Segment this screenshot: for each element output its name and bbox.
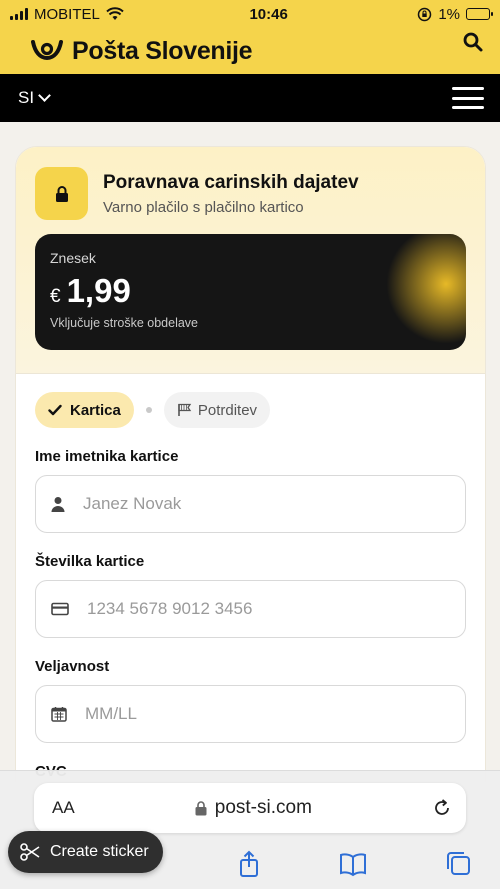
- reload-icon[interactable]: [432, 798, 452, 818]
- status-bar: MOBITEL 10:46 1%: [0, 0, 500, 28]
- expiry-field[interactable]: [35, 685, 466, 743]
- browser-toolbar: AA post-si.com Create sticker: [0, 770, 500, 889]
- clock: 10:46: [249, 5, 288, 23]
- carrier-name: MOBITEL: [34, 5, 100, 23]
- page-subtitle: Varno plačilo s plačilno kartico: [103, 198, 304, 216]
- brand-name[interactable]: Pošta Slovenije: [72, 37, 253, 66]
- currency-symbol: €: [50, 286, 61, 307]
- site-header: Pošta Slovenije: [0, 28, 500, 74]
- lock-icon: [35, 167, 88, 220]
- text-size-button[interactable]: AA: [52, 798, 75, 818]
- search-icon[interactable]: [460, 30, 486, 56]
- card-number-field[interactable]: [35, 580, 466, 638]
- checkmark-icon: [48, 404, 62, 416]
- payment-form: Kartica Potrditev Ime imetnika kartice Š…: [16, 374, 485, 782]
- nav-bar: SI: [0, 74, 500, 122]
- page-title: Poravnava carinskih dajatev: [103, 171, 359, 193]
- url-text: post-si.com: [214, 797, 312, 818]
- card-number-input[interactable]: [87, 599, 427, 619]
- battery-icon: [466, 8, 493, 20]
- cardholder-label: Ime imetnika kartice: [35, 448, 179, 465]
- signal-icon: [10, 8, 28, 20]
- tabs-icon[interactable]: [444, 849, 474, 879]
- hamburger-menu-icon[interactable]: [452, 87, 484, 109]
- step-separator: [145, 407, 152, 413]
- amount-note: Vključuje stroške obdelave: [50, 316, 198, 330]
- expiry-input[interactable]: [85, 704, 425, 724]
- page-content: Poravnava carinskih dajatev Varno plačil…: [0, 122, 500, 782]
- step-confirm-label: Potrditev: [197, 401, 258, 419]
- step-confirm[interactable]: Potrditev: [163, 392, 271, 428]
- payment-header: Poravnava carinskih dajatev Varno plačil…: [16, 147, 485, 374]
- step-card-label: Kartica: [70, 401, 121, 419]
- bookmarks-icon[interactable]: [338, 849, 368, 879]
- expiry-label: Veljavnost: [35, 658, 110, 675]
- address-bar[interactable]: AA post-si.com: [34, 783, 466, 833]
- padlock-icon: [195, 800, 207, 815]
- create-sticker-button[interactable]: Create sticker: [8, 831, 163, 873]
- cardholder-field[interactable]: [35, 475, 466, 533]
- cardholder-input[interactable]: [83, 494, 423, 514]
- scissors-icon: [20, 843, 40, 861]
- credit-card-icon: [51, 602, 69, 616]
- step-indicator: Kartica Potrditev: [35, 392, 466, 428]
- url-display[interactable]: post-si.com: [75, 797, 432, 819]
- payment-card: Poravnava carinskih dajatev Varno plačil…: [15, 146, 486, 782]
- create-sticker-label: Create sticker: [50, 843, 149, 860]
- chevron-down-icon: [38, 89, 51, 102]
- flag-icon: [178, 403, 192, 416]
- language-selector[interactable]: SI: [18, 88, 51, 108]
- share-icon[interactable]: [234, 849, 264, 879]
- amount-panel: Znesek € 1,99 Vključuje stroške obdelave: [35, 234, 466, 350]
- card-number-label: Številka kartice: [35, 553, 145, 570]
- person-icon: [51, 497, 65, 512]
- step-card[interactable]: Kartica: [35, 392, 134, 428]
- orientation-lock-icon: [418, 7, 432, 21]
- calendar-icon: [51, 707, 67, 722]
- posthorn-logo-icon[interactable]: [30, 38, 64, 64]
- wifi-icon: [106, 7, 124, 20]
- amount-value: 1,99: [66, 272, 131, 309]
- battery-percent: 1%: [438, 5, 460, 23]
- language-label: SI: [18, 88, 35, 107]
